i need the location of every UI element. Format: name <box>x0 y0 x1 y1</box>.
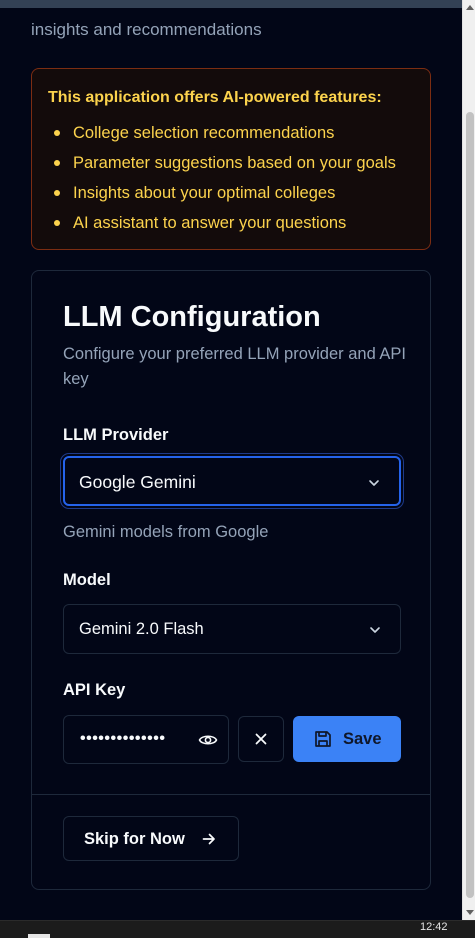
clear-api-key-button[interactable] <box>238 716 284 762</box>
close-icon <box>255 733 267 745</box>
save-button-label: Save <box>343 730 382 748</box>
list-item-text: Insights about your optimal colleges <box>73 184 336 202</box>
chevron-down-icon <box>370 627 380 633</box>
list-item: College selection recommendations <box>48 122 396 152</box>
card-subtitle: Configure your preferred LLM provider an… <box>63 345 407 388</box>
model-label: Model <box>63 571 111 589</box>
provider-hint: Gemini models from Google <box>63 523 269 541</box>
api-key-label: API Key <box>63 681 126 699</box>
taskbar: 12:42 <box>0 920 475 938</box>
intro-text-clipped: insights and recommendations <box>31 0 262 39</box>
skip-button[interactable]: Skip for Now <box>63 816 239 861</box>
app-page: insights and recommendations This applic… <box>0 0 462 920</box>
page-scrollbar[interactable] <box>462 0 475 920</box>
save-icon <box>315 731 331 747</box>
list-item: Insights about your optimal colleges <box>48 182 396 212</box>
list-item: AI assistant to answer your questions <box>48 212 396 242</box>
taskbar-clock: 12:42 <box>420 921 448 933</box>
chevron-down-icon <box>369 480 379 486</box>
card-footer-divider <box>32 794 430 795</box>
save-button[interactable]: Save <box>293 716 401 762</box>
scrollbar-thumb[interactable] <box>466 112 474 898</box>
bullet-icon <box>54 190 60 196</box>
llm-config-card: LLM Configuration Configure your preferr… <box>31 270 431 890</box>
list-item-text: Parameter suggestions based on your goal… <box>73 154 396 172</box>
list-item-text: College selection recommendations <box>73 124 335 142</box>
api-key-input[interactable]: •••••••••••••• <box>63 715 229 764</box>
card-title: LLM Configuration <box>63 301 321 333</box>
bullet-icon <box>54 130 60 136</box>
bullet-icon <box>54 220 60 226</box>
provider-label: LLM Provider <box>63 426 169 444</box>
skip-button-label: Skip for Now <box>84 830 185 848</box>
api-key-value: •••••••••••••• <box>80 730 166 747</box>
model-select[interactable]: Gemini 2.0 Flash <box>63 604 401 654</box>
bullet-icon <box>54 160 60 166</box>
provider-select-value: Google Gemini <box>79 472 196 492</box>
list-item-text: AI assistant to answer your questions <box>73 214 347 232</box>
ai-features-notice: This application offers AI-powered featu… <box>31 68 431 250</box>
notice-title: This application offers AI-powered featu… <box>48 89 382 106</box>
provider-select[interactable]: Google Gemini <box>63 456 401 506</box>
intro-text: insights and recommendations <box>31 20 262 39</box>
list-item: Parameter suggestions based on your goal… <box>48 152 396 182</box>
scroll-up-arrow-icon[interactable] <box>466 5 474 10</box>
arrow-right-icon <box>202 833 215 845</box>
model-select-value: Gemini 2.0 Flash <box>79 620 204 638</box>
scroll-down-arrow-icon[interactable] <box>466 910 474 915</box>
eye-icon[interactable] <box>198 730 218 750</box>
taskbar-app-icon[interactable] <box>28 934 50 938</box>
notice-list: College selection recommendations Parame… <box>48 122 396 242</box>
